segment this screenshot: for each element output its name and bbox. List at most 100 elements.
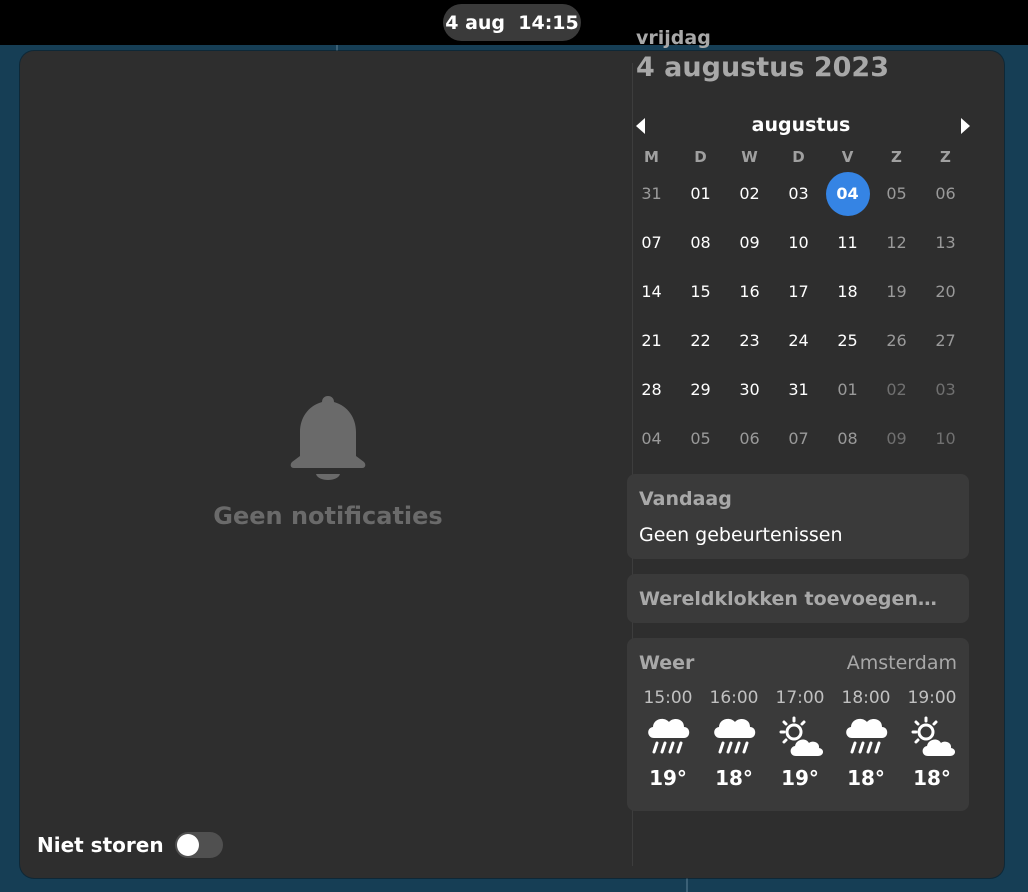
calendar-day[interactable]: 11 xyxy=(823,218,872,267)
forecast-item: 18:00 18° xyxy=(833,688,899,790)
calendar-navigation: augustus xyxy=(627,112,975,140)
next-month-icon[interactable] xyxy=(955,116,975,136)
calendar-day[interactable]: 03 xyxy=(921,365,970,414)
calendar-day[interactable]: 02 xyxy=(872,365,921,414)
calendar-day-label: 31 xyxy=(641,184,662,203)
forecast-item: 15:00 19° xyxy=(635,688,701,790)
calendar-day[interactable]: 30 xyxy=(725,365,774,414)
calendar-day[interactable]: 10 xyxy=(774,218,823,267)
forecast-temperature: 18° xyxy=(847,766,885,790)
full-date-label[interactable]: 4 augustus 2023 xyxy=(636,52,889,83)
calendar-day-label: 23 xyxy=(739,331,760,350)
calendar-day-label: 17 xyxy=(788,282,809,301)
calendar-day[interactable]: 23 xyxy=(725,316,774,365)
empty-notifications-text: Geen notificaties xyxy=(213,502,443,530)
calendar-day[interactable]: 03 xyxy=(774,169,823,218)
forecast-temperature: 19° xyxy=(649,766,687,790)
calendar-day[interactable]: 05 xyxy=(872,169,921,218)
calendar-day[interactable]: 20 xyxy=(921,267,970,316)
calendar-day-label: 29 xyxy=(690,380,711,399)
world-clocks-button[interactable]: Wereldklokken toevoegen… xyxy=(627,574,969,623)
weather-card[interactable]: Weer Amsterdam 15:00 19° 16:00 18° 17:00 19° 1… xyxy=(627,638,969,811)
calendar-day[interactable]: 04 xyxy=(823,169,872,218)
calendar-day-label: 06 xyxy=(935,184,956,203)
calendar-day[interactable]: 08 xyxy=(676,218,725,267)
calendar-day[interactable]: 12 xyxy=(872,218,921,267)
calendar-day-label: 07 xyxy=(641,233,662,252)
calendar-day-label: 10 xyxy=(788,233,809,252)
calendar-day[interactable]: 27 xyxy=(921,316,970,365)
calendar-day-label: 13 xyxy=(935,233,956,252)
calendar-day-label: 05 xyxy=(886,184,907,203)
background-detail xyxy=(686,878,688,892)
forecast-item: 19:00 18° xyxy=(899,688,965,790)
calendar-day-label: 25 xyxy=(837,331,858,350)
forecast-temperature: 18° xyxy=(913,766,951,790)
calendar-day-label: 31 xyxy=(788,380,809,399)
calendar-day[interactable]: 22 xyxy=(676,316,725,365)
calendar-day[interactable]: 17 xyxy=(774,267,823,316)
calendar-day-label: 03 xyxy=(788,184,809,203)
calendar-day-label: 08 xyxy=(837,429,858,448)
events-title: Vandaag xyxy=(639,488,732,510)
calendar-day[interactable]: 31 xyxy=(627,169,676,218)
calendar-day[interactable]: 06 xyxy=(921,169,970,218)
do-not-disturb-switch[interactable] xyxy=(174,832,223,858)
notification-empty-state: Geen notificaties xyxy=(210,394,446,530)
calendar-day[interactable]: 01 xyxy=(676,169,725,218)
calendar-day-label: 01 xyxy=(837,380,858,399)
calendar-day[interactable]: 07 xyxy=(627,218,676,267)
calendar-day-label: 02 xyxy=(739,184,760,203)
calendar-day-label: 03 xyxy=(935,380,956,399)
forecast-time: 19:00 xyxy=(907,688,957,708)
do-not-disturb-label: Niet storen xyxy=(37,833,164,857)
calendar-day[interactable]: 13 xyxy=(921,218,970,267)
calendar-day[interactable]: 24 xyxy=(774,316,823,365)
bell-icon xyxy=(290,396,366,480)
calendar-day[interactable]: 29 xyxy=(676,365,725,414)
calendar-day[interactable]: 19 xyxy=(872,267,921,316)
calendar-day-label: 22 xyxy=(690,331,711,350)
partly-cloudy-icon xyxy=(899,714,965,762)
day-header: V xyxy=(841,148,854,166)
calendar-day[interactable]: 15 xyxy=(676,267,725,316)
rain-icon xyxy=(833,714,899,762)
calendar-day[interactable]: 25 xyxy=(823,316,872,365)
calendar-day[interactable]: 04 xyxy=(627,414,676,463)
calendar-day[interactable]: 01 xyxy=(823,365,872,414)
calendar-day[interactable]: 06 xyxy=(725,414,774,463)
calendar-day-label: 20 xyxy=(935,282,956,301)
calendar-day[interactable]: 05 xyxy=(676,414,725,463)
calendar-day-label: 04 xyxy=(825,171,870,216)
calendar-day-label: 19 xyxy=(886,282,907,301)
rain-icon xyxy=(701,714,767,762)
weather-forecast: 15:00 19° 16:00 18° 17:00 19° 18:00 18° 19:00 18° xyxy=(635,688,965,790)
calendar-day[interactable]: 16 xyxy=(725,267,774,316)
calendar-day[interactable]: 28 xyxy=(627,365,676,414)
calendar-day[interactable]: 21 xyxy=(627,316,676,365)
calendar-day[interactable]: 31 xyxy=(774,365,823,414)
calendar-day-label: 30 xyxy=(739,380,760,399)
forecast-time: 15:00 xyxy=(643,688,693,708)
calendar-day-label: 12 xyxy=(886,233,907,252)
calendar-day[interactable]: 10 xyxy=(921,414,970,463)
do-not-disturb: Niet storen xyxy=(37,832,223,858)
switch-knob xyxy=(176,834,199,856)
calendar-day-label: 09 xyxy=(739,233,760,252)
events-card[interactable]: Vandaag Geen gebeurtenissen xyxy=(627,474,969,559)
calendar-day-label: 24 xyxy=(788,331,809,350)
calendar-day[interactable]: 09 xyxy=(725,218,774,267)
calendar-day[interactable]: 02 xyxy=(725,169,774,218)
day-header: D xyxy=(694,148,707,166)
date-time-button[interactable]: 4 aug 14:15 xyxy=(443,4,581,41)
calendar-day[interactable]: 14 xyxy=(627,267,676,316)
forecast-temperature: 19° xyxy=(781,766,819,790)
calendar-day-label: 27 xyxy=(935,331,956,350)
world-clocks-label: Wereldklokken toevoegen… xyxy=(639,588,937,610)
calendar-day[interactable]: 09 xyxy=(872,414,921,463)
calendar-day[interactable]: 07 xyxy=(774,414,823,463)
calendar-day[interactable]: 26 xyxy=(872,316,921,365)
calendar-day[interactable]: 08 xyxy=(823,414,872,463)
calendar-day-label: 07 xyxy=(788,429,809,448)
calendar-day[interactable]: 18 xyxy=(823,267,872,316)
